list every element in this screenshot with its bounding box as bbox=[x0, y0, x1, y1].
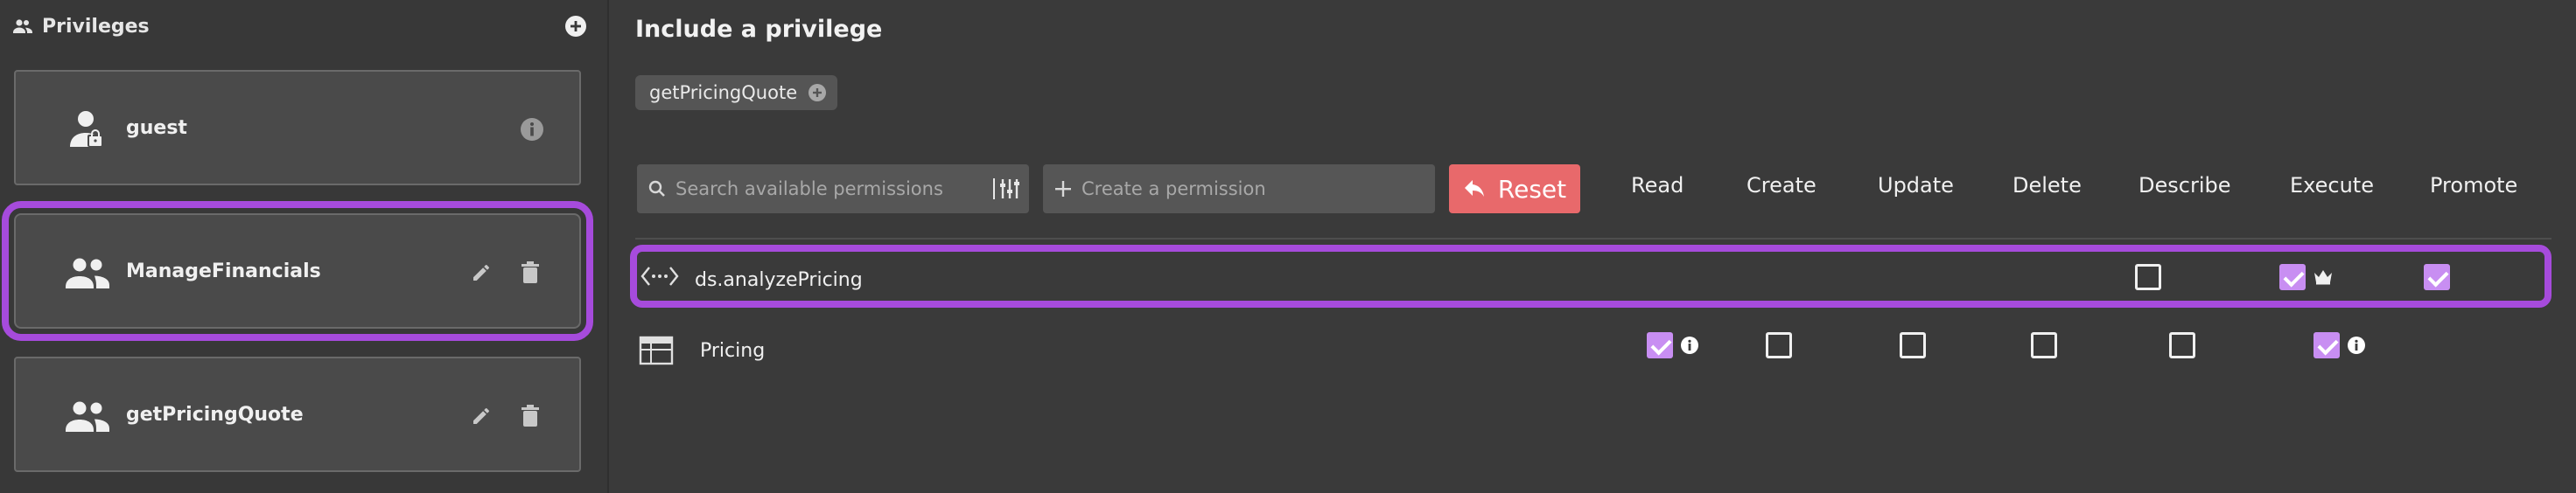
filter-sliders-icon[interactable] bbox=[992, 177, 1020, 201]
privilege-editor: Include a privilege getPricingQuote Rese… bbox=[611, 0, 2576, 493]
row-name: Pricing bbox=[700, 340, 766, 362]
checkbox-delete[interactable] bbox=[2031, 332, 2057, 358]
add-circle-icon[interactable] bbox=[808, 83, 827, 102]
delete-icon[interactable] bbox=[518, 260, 542, 285]
checkbox-describe[interactable] bbox=[2169, 332, 2195, 358]
edit-icon[interactable] bbox=[469, 260, 494, 285]
table-row[interactable]: Pricing bbox=[630, 320, 2552, 383]
included-privilege-chip[interactable]: getPricingQuote bbox=[635, 75, 838, 110]
api-endpoint-icon bbox=[640, 260, 679, 292]
privilege-card-managefinancials[interactable]: ManageFinancials bbox=[2, 201, 593, 341]
add-circle-icon[interactable] bbox=[564, 14, 588, 38]
chip-label: getPricingQuote bbox=[649, 82, 798, 103]
checkbox-execute[interactable] bbox=[2279, 264, 2306, 290]
reply-arrow-icon bbox=[1463, 177, 1486, 200]
column-header-delete: Delete bbox=[2012, 173, 2082, 198]
column-header-read: Read bbox=[1631, 173, 1684, 198]
search-icon bbox=[648, 179, 667, 198]
checkbox-read[interactable] bbox=[1647, 332, 1673, 358]
checkbox-describe[interactable] bbox=[2135, 264, 2161, 290]
table-divider bbox=[635, 238, 2552, 240]
checkbox-promote[interactable] bbox=[2424, 264, 2450, 290]
crown-icon bbox=[2314, 269, 2333, 285]
checkbox-execute[interactable] bbox=[2314, 332, 2340, 358]
search-input[interactable] bbox=[676, 178, 990, 199]
search-permissions-field[interactable] bbox=[637, 164, 1029, 213]
column-header-promote: Promote bbox=[2430, 173, 2518, 198]
sidebar-title: Privileges bbox=[42, 15, 150, 38]
privilege-name: ManageFinancials bbox=[126, 260, 321, 282]
group-icon bbox=[60, 250, 116, 295]
table-icon bbox=[639, 336, 677, 367]
info-icon[interactable] bbox=[520, 117, 544, 142]
reset-label: Reset bbox=[1497, 174, 1567, 204]
delete-icon[interactable] bbox=[518, 404, 542, 428]
group-icon bbox=[60, 393, 116, 439]
info-icon[interactable] bbox=[2347, 336, 2366, 355]
column-header-describe: Describe bbox=[2138, 173, 2231, 198]
locked-user-icon bbox=[60, 107, 116, 152]
privilege-card-guest[interactable]: guest bbox=[14, 70, 581, 185]
page-title: Include a privilege bbox=[635, 16, 883, 43]
table-row[interactable]: ds.analyzePricing bbox=[630, 245, 2552, 308]
edit-icon[interactable] bbox=[469, 404, 494, 428]
checkbox-update[interactable] bbox=[1900, 332, 1926, 358]
privilege-name: getPricingQuote bbox=[126, 403, 304, 426]
row-name: ds.analyzePricing bbox=[695, 269, 863, 291]
checkbox-create[interactable] bbox=[1766, 332, 1792, 358]
column-header-update: Update bbox=[1878, 173, 1954, 198]
column-header-execute: Execute bbox=[2290, 173, 2374, 198]
sidebar-header: Privileges bbox=[10, 12, 588, 40]
privilege-card-getpricingquote[interactable]: getPricingQuote bbox=[14, 357, 581, 472]
plus-icon bbox=[1054, 179, 1073, 198]
privileges-sidebar: Privileges guest ManageFinancials getPri… bbox=[0, 0, 609, 493]
create-permission-input[interactable] bbox=[1082, 178, 1414, 199]
reset-button[interactable]: Reset bbox=[1449, 164, 1580, 213]
people-icon bbox=[10, 14, 35, 38]
privilege-name: guest bbox=[126, 116, 187, 139]
info-icon[interactable] bbox=[1680, 336, 1699, 355]
column-header-create: Create bbox=[1746, 173, 1816, 198]
create-permission-field[interactable] bbox=[1043, 164, 1435, 213]
